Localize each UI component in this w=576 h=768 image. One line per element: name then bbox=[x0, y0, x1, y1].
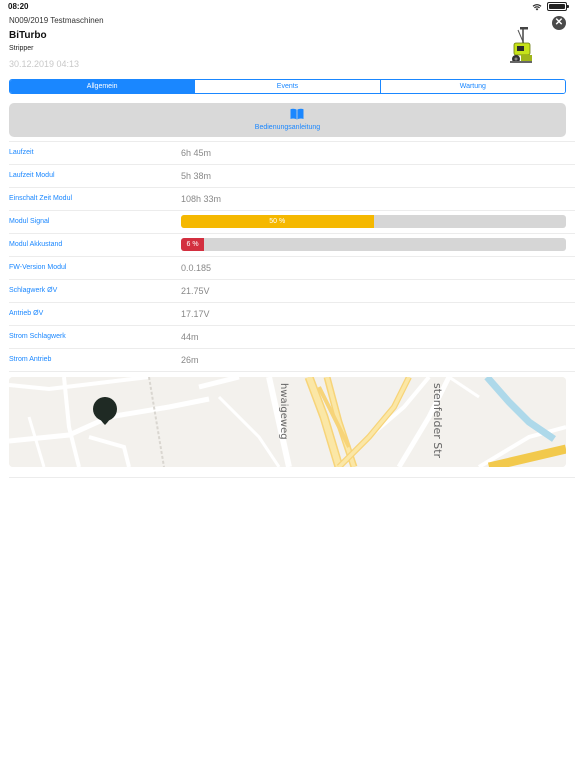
street-label-1: hwaigeweg bbox=[278, 383, 289, 440]
manual-label: Bedienungsanleitung bbox=[254, 124, 321, 131]
machine-subtitle: Stripper bbox=[9, 45, 34, 52]
row-value: 26m bbox=[181, 355, 199, 365]
row-value: 108h 33m bbox=[181, 194, 222, 204]
row-value: 21.75V bbox=[181, 286, 210, 296]
street-label-2: stenfelder Str bbox=[431, 383, 444, 459]
row-value: 6h 45m bbox=[181, 148, 212, 158]
row-label: Laufzeit Modul bbox=[9, 172, 55, 179]
info-row-strom-antrieb: Strom Antrieb 26m bbox=[9, 349, 575, 372]
wifi-icon bbox=[532, 3, 542, 10]
info-row-schlagwerk-v: Schlagwerk ØV 21.75V bbox=[9, 280, 575, 303]
info-row-modul-akkustand: Modul Akkustand 6 % bbox=[9, 234, 575, 257]
divider bbox=[9, 477, 575, 478]
row-value: 5h 38m bbox=[181, 171, 212, 181]
row-label: Einschalt Zeit Modul bbox=[9, 195, 73, 202]
tab-wartung[interactable]: Wartung bbox=[379, 80, 565, 93]
machine-id: N009/2019 Testmaschinen bbox=[9, 16, 104, 25]
row-value: 0.0.185 bbox=[181, 263, 212, 273]
row-label: FW-Version Modul bbox=[9, 264, 67, 271]
status-icons bbox=[532, 2, 569, 11]
signal-progress-bar: 50 % bbox=[181, 215, 566, 228]
row-value: 17.17V bbox=[181, 309, 210, 319]
row-label: Modul Akkustand bbox=[9, 241, 63, 248]
info-row-laufzeit-modul: Laufzeit Modul 5h 38m bbox=[9, 165, 575, 188]
machine-title: BiTurbo bbox=[9, 30, 47, 41]
battery-bar-fill: 6 % bbox=[181, 238, 205, 251]
row-label: Strom Schlagwerk bbox=[9, 333, 66, 340]
map-canvas: hwaigeweg stenfelder Str bbox=[9, 377, 566, 467]
tab-allgemein[interactable]: Allgemein bbox=[10, 80, 195, 93]
row-label: Schlagwerk ØV bbox=[9, 287, 58, 294]
machine-illustration-icon bbox=[510, 27, 532, 63]
row-label: Strom Antrieb bbox=[9, 356, 52, 363]
book-icon bbox=[290, 108, 304, 120]
close-button[interactable]: ✕ bbox=[552, 16, 566, 30]
row-label: Laufzeit bbox=[9, 149, 34, 156]
row-value: 44m bbox=[181, 332, 199, 342]
info-row-modul-signal: Modul Signal 50 % bbox=[9, 211, 575, 234]
info-row-strom-schlagwerk: Strom Schlagwerk 44m bbox=[9, 326, 575, 349]
tab-events[interactable]: Events bbox=[194, 80, 380, 93]
info-row-fw-version: FW-Version Modul 0.0.185 bbox=[9, 257, 575, 280]
battery-bar-text: 6 % bbox=[186, 241, 199, 248]
manual-button[interactable]: Bedienungsanleitung bbox=[9, 103, 566, 137]
battery-icon bbox=[547, 2, 569, 11]
machine-date: 30.12.2019 04:13 bbox=[9, 59, 80, 69]
row-label: Modul Signal bbox=[9, 218, 50, 225]
info-row-laufzeit: Laufzeit 6h 45m bbox=[9, 142, 575, 165]
segment-tabs: Allgemein Events Wartung bbox=[9, 79, 566, 94]
signal-bar-text: 50 % bbox=[269, 218, 286, 225]
signal-bar-fill: 50 % bbox=[181, 215, 374, 228]
status-time: 08:20 bbox=[8, 2, 29, 11]
info-row-antrieb-v: Antrieb ØV 17.17V bbox=[9, 303, 575, 326]
info-row-einschalt-zeit: Einschalt Zeit Modul 108h 33m bbox=[9, 188, 575, 211]
battery-progress-bar: 6 % bbox=[181, 238, 566, 251]
row-label: Antrieb ØV bbox=[9, 310, 44, 317]
location-map[interactable]: hwaigeweg stenfelder Str bbox=[9, 377, 566, 467]
